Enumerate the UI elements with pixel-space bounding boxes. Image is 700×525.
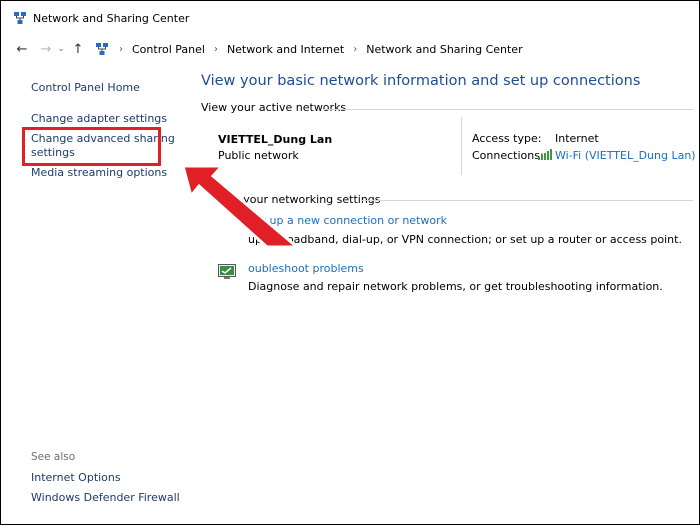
forward-button[interactable]: → — [37, 40, 55, 58]
wifi-signal-icon — [538, 149, 552, 160]
title-bar: Network and Sharing Center — [1, 1, 699, 35]
media-streaming-options-link[interactable]: Media streaming options — [31, 166, 167, 180]
forward-arrow-icon: → — [40, 41, 52, 57]
red-annotation-arrow — [181, 164, 302, 249]
connections-label: Connections: — [472, 149, 544, 162]
wifi-connection-text: Wi-Fi (VIETTEL_Dung Lan) — [555, 149, 696, 162]
control-panel-icon — [96, 43, 108, 55]
breadcrumb-control-panel[interactable]: Control Panel — [132, 43, 205, 56]
address-bar: ← → ⌄ ↑ › Control Panel › Network and In… — [1, 37, 699, 61]
section-divider — [323, 109, 693, 110]
troubleshoot-problems-desc: Diagnose and repair network problems, or… — [248, 280, 663, 293]
highlight-box — [22, 127, 161, 166]
up-arrow-icon: ↑ — [72, 41, 84, 57]
back-button[interactable]: ← — [13, 40, 31, 58]
see-also-label: See also — [31, 451, 76, 463]
breadcrumb-network-internet[interactable]: Network and Internet — [227, 43, 344, 56]
section-divider — [361, 200, 693, 201]
network-center-icon — [14, 12, 26, 24]
access-type-value: Internet — [555, 132, 599, 145]
troubleshoot-problems-link[interactable]: oubleshoot problems — [248, 262, 364, 275]
window-title: Network and Sharing Center — [33, 11, 190, 25]
network-name: VIETTEL_Dung Lan — [218, 133, 333, 146]
access-type-label: Access type: — [472, 132, 542, 145]
recent-locations-button[interactable]: ⌄ — [55, 40, 67, 58]
back-arrow-icon: ← — [16, 41, 28, 57]
breadcrumb-separator: › — [119, 43, 123, 55]
troubleshoot-icon — [218, 264, 236, 279]
control-panel-home-link[interactable]: Control Panel Home — [31, 81, 140, 95]
vertical-divider — [461, 117, 462, 175]
change-adapter-settings-link[interactable]: Change adapter settings — [31, 112, 167, 126]
window-frame: Network and Sharing Center ← → ⌄ ↑ › Con… — [0, 0, 700, 525]
up-button[interactable]: ↑ — [69, 40, 87, 58]
active-networks-label: View your active networks — [201, 101, 347, 114]
breadcrumb-separator: › — [353, 43, 358, 55]
page-heading: View your basic network information and … — [201, 73, 641, 89]
internet-options-link[interactable]: Internet Options — [31, 471, 121, 485]
wifi-connection-link[interactable]: Wi-Fi (VIETTEL_Dung Lan) — [538, 149, 696, 162]
windows-defender-firewall-link[interactable]: Windows Defender Firewall — [31, 491, 180, 505]
breadcrumb-network-sharing-center[interactable]: Network and Sharing Center — [366, 43, 522, 56]
breadcrumb-separator: › — [213, 43, 218, 55]
chevron-down-icon: ⌄ — [57, 44, 65, 54]
